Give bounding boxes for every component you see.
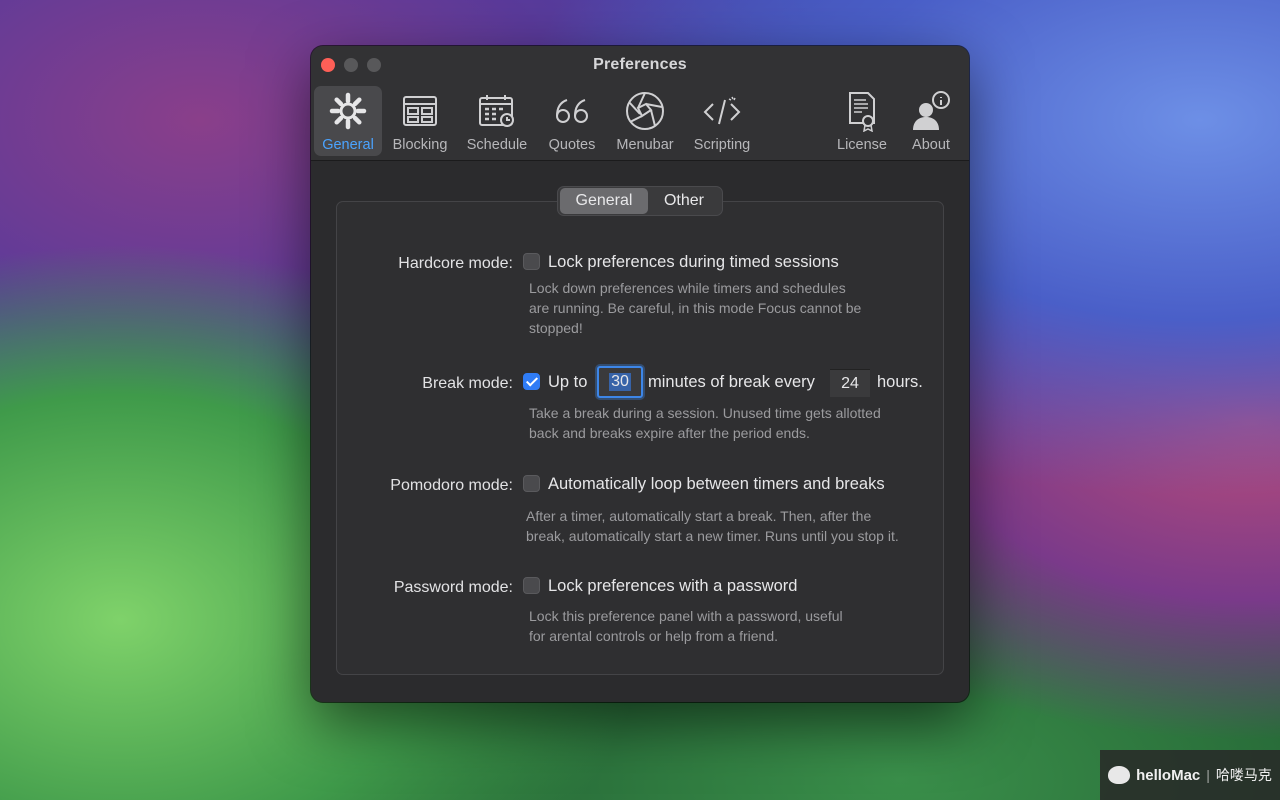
hellomac-watermark: helloMac | 哈喽马克 xyxy=(1100,750,1280,800)
pomodoro-mode-option[interactable]: Automatically loop between timers and br… xyxy=(548,475,885,494)
titlebar: Preferences General Blocking Schedule Qu… xyxy=(311,46,969,161)
toolbar-schedule[interactable]: Schedule xyxy=(461,86,533,156)
toolbar-general-label: General xyxy=(322,137,374,153)
hardcore-help-line-3: stopped! xyxy=(529,320,583,336)
break-mode-help: Take a break during a session. Unused ti… xyxy=(529,403,929,443)
watermark-separator: | xyxy=(1206,767,1210,783)
toolbar-schedule-label: Schedule xyxy=(466,137,528,153)
toolbar-scripting[interactable]: Scripting xyxy=(687,86,757,156)
hardcore-mode-checkbox[interactable] xyxy=(523,253,540,270)
toolbar-general[interactable]: General xyxy=(314,86,382,156)
pomodoro-help-line-1: After a timer, automatically start a bre… xyxy=(526,508,872,524)
break-mode-prefix: Up to xyxy=(548,373,588,391)
hardcore-mode-option[interactable]: Lock preferences during timed sessions xyxy=(548,253,839,272)
hardcore-help-line-1: Lock down preferences while timers and s… xyxy=(529,280,846,296)
toolbar-menubar[interactable]: Menubar xyxy=(611,86,679,156)
break-mode-suffix: hours. xyxy=(877,373,923,391)
aperture-icon xyxy=(623,89,667,133)
break-mode-middle: minutes of break every xyxy=(648,373,815,391)
password-help-line-2: for arental controls or help from a frie… xyxy=(529,628,779,644)
break-help-line-2: back and breaks expire after the period … xyxy=(529,425,810,441)
preferences-window: Preferences General Blocking Schedule Qu… xyxy=(311,46,969,702)
break-hours-field[interactable]: 24 xyxy=(830,369,870,397)
break-minutes-value: 30 xyxy=(609,373,631,391)
quote-icon xyxy=(550,89,594,133)
cat-logo-icon xyxy=(1108,766,1131,784)
pomodoro-mode-help: After a timer, automatically start a bre… xyxy=(526,506,946,546)
browser-window-icon xyxy=(398,89,442,133)
toolbar-about[interactable]: About xyxy=(903,86,959,156)
toolbar-license-label: License xyxy=(837,137,887,153)
password-help-line-1: Lock this preference panel with a passwo… xyxy=(529,608,843,624)
toolbar-quotes[interactable]: Quotes xyxy=(543,86,601,156)
tab-segmented-control: General Other xyxy=(557,186,723,216)
toolbar-scripting-label: Scripting xyxy=(693,137,751,153)
watermark-cn: 哈喽马克 xyxy=(1215,767,1272,783)
pomodoro-mode-label: Pomodoro mode: xyxy=(390,477,513,494)
tab-other[interactable]: Other xyxy=(648,188,720,214)
toolbar-license[interactable]: License xyxy=(831,86,893,156)
toolbar-blocking-label: Blocking xyxy=(392,137,448,153)
password-mode-checkbox[interactable] xyxy=(523,577,540,594)
code-icon xyxy=(700,89,744,133)
hardcore-mode-label: Hardcore mode: xyxy=(398,255,513,272)
toolbar-blocking[interactable]: Blocking xyxy=(388,86,452,156)
break-help-line-1: Take a break during a session. Unused ti… xyxy=(529,405,881,421)
hardcore-help-line-2: are running. Be careful, in this mode Fo… xyxy=(529,300,862,316)
password-mode-help: Lock this preference panel with a passwo… xyxy=(529,606,929,646)
hardcore-mode-help: Lock down preferences while timers and s… xyxy=(529,278,929,338)
toolbar-quotes-label: Quotes xyxy=(548,137,596,153)
toolbar-menubar-label: Menubar xyxy=(616,137,674,153)
person-info-icon xyxy=(909,89,953,133)
watermark-brand: helloMac xyxy=(1136,766,1201,784)
password-mode-option[interactable]: Lock preferences with a password xyxy=(548,577,797,596)
toolbar-about-label: About xyxy=(912,137,950,153)
break-minutes-field[interactable]: 30 xyxy=(597,366,643,398)
gear-icon xyxy=(326,89,370,133)
calendar-icon xyxy=(475,89,519,133)
tab-general[interactable]: General xyxy=(560,188,648,214)
break-mode-label: Break mode: xyxy=(422,375,513,392)
window-title: Preferences xyxy=(593,56,687,73)
certificate-icon xyxy=(840,89,884,133)
break-mode-checkbox[interactable] xyxy=(523,373,540,390)
password-mode-label: Password mode: xyxy=(393,579,513,596)
pomodoro-help-line-2: break, automatically start a new timer. … xyxy=(526,528,899,544)
pomodoro-mode-checkbox[interactable] xyxy=(523,475,540,492)
